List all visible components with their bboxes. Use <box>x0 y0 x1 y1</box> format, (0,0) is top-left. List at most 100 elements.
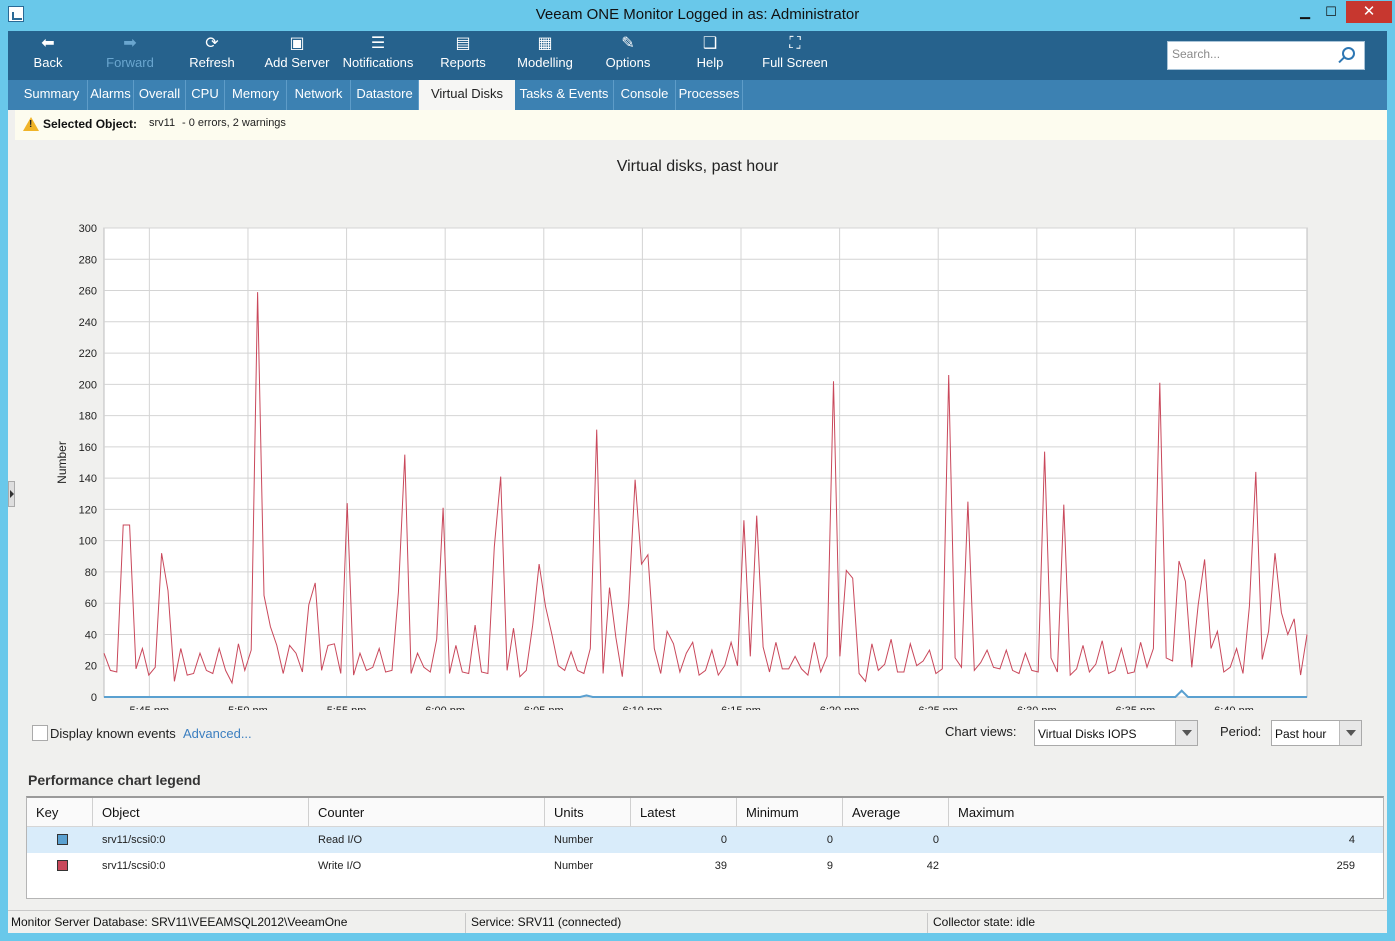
legend-header-units[interactable]: Units <box>545 798 631 827</box>
tab-datastore[interactable]: Datastore <box>351 80 419 110</box>
legend-latest: 0 <box>720 834 727 846</box>
y-tick-label: 140 <box>79 473 97 485</box>
legend-header-average[interactable]: Average <box>843 798 949 827</box>
maximize-button[interactable]: ☐ <box>1318 1 1344 23</box>
period-label: Period: <box>1220 724 1262 739</box>
legend-latest: 39 <box>714 860 727 872</box>
y-tick-label: 260 <box>79 286 97 298</box>
wrench-icon: ✎ <box>621 35 635 52</box>
y-tick-label: 20 <box>85 661 97 673</box>
search-box[interactable] <box>1167 41 1365 70</box>
y-tick-label: 300 <box>79 223 97 235</box>
add-server-label: Add Server <box>264 55 330 70</box>
book-icon: ❑ <box>702 35 718 52</box>
chart-grid <box>103 227 1308 698</box>
y-tick-label: 240 <box>79 317 97 329</box>
legend-maximum: 4 <box>1348 834 1355 846</box>
notifications-icon: ☰ <box>370 35 386 52</box>
fullscreen-icon: ⛶ <box>789 35 801 52</box>
display-known-events-checkbox[interactable] <box>32 725 48 741</box>
tab-tasks-events[interactable]: Tasks & Events <box>515 80 614 110</box>
selected-object-name[interactable]: srv11 <box>149 117 175 129</box>
legend-row[interactable]: srv11/scsi0:0 Read I/O Number 0 0 0 4 <box>27 827 1383 853</box>
x-tick-label: 6:00 pm <box>425 705 465 710</box>
status-service: Service: SRV11 (connected) <box>468 913 928 933</box>
warning-icon <box>23 117 39 131</box>
y-axis-label: Number <box>55 441 69 484</box>
x-tick-label: 5:50 pm <box>228 705 268 710</box>
y-tick-label: 60 <box>85 598 97 610</box>
forward-button[interactable]: ➡ Forward <box>102 31 158 80</box>
close-button[interactable]: ✕ <box>1346 1 1392 23</box>
full-screen-button[interactable]: ⛶ Full Screen <box>760 31 830 80</box>
legend-counter: Write I/O <box>318 860 362 872</box>
tab-network[interactable]: Network <box>287 80 351 110</box>
back-button[interactable]: ⬅ Back <box>20 31 76 80</box>
window-title: Veeam ONE Monitor Logged in as: Administ… <box>535 6 860 23</box>
legend-minimum: 0 <box>826 834 833 846</box>
x-tick-label: 5:55 pm <box>327 705 367 710</box>
tab-overall[interactable]: Overall <box>134 80 186 110</box>
y-tick-label: 280 <box>79 254 97 266</box>
reports-icon: ▤ <box>455 35 471 52</box>
full-screen-label: Full Screen <box>762 55 828 70</box>
x-tick-label: 6:40 pm <box>1214 705 1254 710</box>
reports-label: Reports <box>440 55 486 70</box>
chevron-down-icon[interactable] <box>1175 721 1197 745</box>
series-color-swatch <box>57 834 68 845</box>
legend-table: Key Object Counter Units Latest Minimum … <box>26 796 1384 899</box>
refresh-label: Refresh <box>189 55 235 70</box>
legend-header-key[interactable]: Key <box>27 798 93 827</box>
x-axis-ticks: 5:45 pm 5:50 pm 5:55 pm 6:00 pm 6:05 pm 6:10 … <box>129 705 1253 710</box>
refresh-button[interactable]: ⟳ Refresh <box>184 31 240 80</box>
forward-arrow-icon: ➡ <box>123 35 137 52</box>
tab-summary[interactable]: Summary <box>16 80 88 110</box>
legend-maximum: 259 <box>1336 860 1355 872</box>
client-area: ⬅ Back ➡ Forward ⟳ Refresh ▣ Add Server … <box>8 31 1387 933</box>
chart-views-value: Virtual Disks IOPS <box>1038 727 1137 741</box>
help-button[interactable]: ❑ Help <box>685 31 735 80</box>
notifications-button[interactable]: ☰ Notifications <box>342 31 414 80</box>
y-tick-label: 0 <box>91 692 97 704</box>
search-input[interactable] <box>1172 47 1332 61</box>
modelling-button[interactable]: ▦ Modelling <box>510 31 580 80</box>
tab-virtual-disks[interactable]: Virtual Disks <box>419 80 515 110</box>
tab-memory[interactable]: Memory <box>225 80 287 110</box>
legend-header-latest[interactable]: Latest <box>631 798 737 827</box>
search-icon[interactable] <box>1342 47 1355 60</box>
options-button[interactable]: ✎ Options <box>598 31 658 80</box>
tab-console[interactable]: Console <box>614 80 676 110</box>
legend-header-counter[interactable]: Counter <box>309 798 545 827</box>
tab-processes[interactable]: Processes <box>676 80 743 110</box>
x-tick-label: 6:10 pm <box>623 705 663 710</box>
y-tick-label: 100 <box>79 536 97 548</box>
reports-button[interactable]: ▤ Reports <box>433 31 493 80</box>
chart-views-select[interactable]: Virtual Disks IOPS <box>1034 720 1198 746</box>
x-tick-label: 6:20 pm <box>820 705 860 710</box>
x-tick-label: 6:05 pm <box>524 705 564 710</box>
plot-background <box>103 227 1308 698</box>
series-color-swatch <box>57 860 68 871</box>
minimize-button[interactable]: ▁ <box>1292 1 1318 23</box>
legend-header-object[interactable]: Object <box>93 798 309 827</box>
advanced-link[interactable]: Advanced... <box>183 726 252 741</box>
legend-header-maximum[interactable]: Maximum <box>949 798 1383 827</box>
chevron-down-icon[interactable] <box>1339 721 1361 745</box>
add-server-icon: ▣ <box>289 35 305 52</box>
chart-views-label: Chart views: <box>945 724 1017 739</box>
panel-collapse-handle[interactable] <box>8 481 15 507</box>
period-select[interactable]: Past hour <box>1271 720 1362 746</box>
tab-cpu[interactable]: CPU <box>186 80 225 110</box>
legend-row[interactable]: srv11/scsi0:0 Write I/O Number 39 9 42 2… <box>27 853 1383 879</box>
chart-area: Virtual disks, past hour 0 20 40 60 80 100 120… <box>15 140 1387 900</box>
legend-header-minimum[interactable]: Minimum <box>737 798 843 827</box>
add-server-button[interactable]: ▣ Add Server <box>261 31 333 80</box>
period-value: Past hour <box>1275 727 1327 741</box>
tab-alarms[interactable]: Alarms <box>88 80 134 110</box>
refresh-icon: ⟳ <box>205 35 219 52</box>
modelling-label: Modelling <box>517 55 573 70</box>
legend-units: Number <box>554 860 594 872</box>
x-tick-label: 6:30 pm <box>1017 705 1057 710</box>
status-bar: Monitor Server Database: SRV11\VEEAMSQL2… <box>8 910 1387 933</box>
selected-object-bar: Selected Object: srv11 - 0 errors, 2 war… <box>15 110 1387 140</box>
